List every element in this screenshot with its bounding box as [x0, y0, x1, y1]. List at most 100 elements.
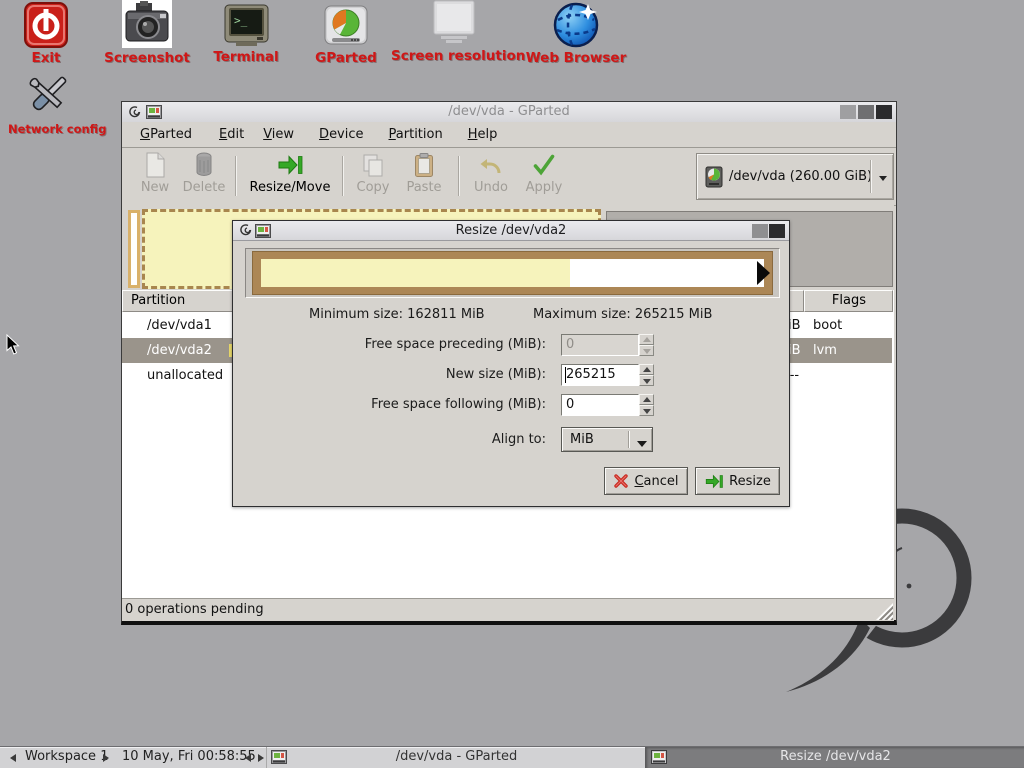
desktop-icon-screen-resolution[interactable]: Screen resolution: [391, 0, 517, 64]
align-to-label: Align to:: [246, 427, 546, 452]
gparted-titlebar[interactable]: /dev/vda - GParted: [122, 102, 896, 123]
desktop-icon-label: Terminal: [206, 49, 286, 65]
dialog-titlebar[interactable]: Resize /dev/vda2: [233, 221, 789, 241]
spin-up-icon: [643, 397, 651, 402]
camera-icon: [122, 0, 172, 48]
resize-dialog: Resize /dev/vda2 Minimum size: 162811 Mi…: [232, 220, 790, 507]
window-next-icon[interactable]: [258, 754, 264, 762]
resize-slider-frame: [252, 251, 773, 295]
desktop-icon-terminal[interactable]: >_ Terminal: [206, 4, 286, 65]
task-title: Resize /dev/vda2: [646, 749, 1024, 764]
dialog-title: Resize /dev/vda2: [233, 223, 789, 238]
minimize-button[interactable]: [840, 105, 856, 119]
dropdown-separator: [628, 431, 629, 448]
desktop-icon-screenshot[interactable]: Screenshot: [104, 0, 190, 66]
resize-used-bar: [261, 259, 570, 287]
partition-name: /dev/vda1: [147, 313, 212, 338]
new-size-label: New size (MiB):: [246, 364, 546, 386]
device-selector-arrow-icon: [879, 176, 887, 181]
menu-help[interactable]: Help: [460, 124, 506, 145]
align-to-dropdown[interactable]: MiB: [561, 427, 653, 452]
desktop-icon-label: GParted: [306, 50, 386, 66]
spin-up-icon: [643, 337, 651, 342]
cancel-label: Cancel: [634, 474, 678, 489]
apply-icon: [532, 153, 556, 177]
device-selector-value: /dev/vda (260.00 GiB): [729, 169, 872, 184]
statusbar-text: 0 operations pending: [125, 602, 264, 617]
resize-slider-inner: [261, 259, 764, 287]
workspace-label[interactable]: Workspace 1: [25, 749, 108, 764]
toolbar: New Delete Resize/Move: [122, 148, 896, 206]
spin-up-icon: [643, 367, 651, 372]
spin-down-icon: [643, 379, 651, 384]
copy-button[interactable]: Copy: [350, 151, 396, 201]
menu-partition[interactable]: Partition: [381, 124, 451, 145]
dialog-close-button[interactable]: [769, 224, 785, 238]
free-following-input[interactable]: 0: [561, 394, 639, 416]
desktop-icon-label: Screen resolution: [391, 48, 517, 64]
apply-button[interactable]: Apply: [519, 151, 569, 201]
desktop-icon-label: Web Browser: [522, 50, 630, 66]
power-icon: [23, 2, 69, 48]
free-following-spinner[interactable]: [639, 394, 654, 416]
cancel-x-icon: [613, 473, 629, 489]
dropdown-arrow-icon: [637, 441, 647, 447]
free-preceding-spinner: [639, 334, 654, 356]
close-button[interactable]: [876, 105, 892, 119]
task-resize-dialog[interactable]: Resize /dev/vda2: [645, 747, 1024, 768]
resize-right-handle[interactable]: [757, 261, 770, 285]
new-size-input[interactable]: 265215: [561, 364, 639, 386]
new-icon: [143, 152, 167, 178]
delete-button[interactable]: Delete: [180, 151, 228, 201]
resize-slider[interactable]: [245, 248, 780, 298]
device-selector[interactable]: /dev/vda (260.00 GiB): [696, 153, 894, 200]
workspace-prev-icon[interactable]: [10, 754, 16, 762]
partition-segment-vda1[interactable]: [128, 210, 140, 288]
mouse-cursor: [6, 334, 22, 356]
delete-icon: [194, 152, 214, 178]
toolbar-separator: [458, 156, 459, 196]
free-preceding-label: Free space preceding (MiB):: [246, 334, 546, 356]
window-title: /dev/vda - GParted: [122, 104, 896, 119]
device-disk-icon: [705, 166, 723, 188]
desktop: Exit Screenshot >_ Terminal: [0, 0, 1024, 768]
toolbar-separator: [342, 156, 343, 196]
desktop-icon-label: Network config: [8, 122, 88, 136]
crt-terminal-icon: >_: [224, 4, 269, 47]
resize-grip[interactable]: [876, 603, 893, 620]
column-header-flags[interactable]: Flags: [804, 290, 893, 312]
resize-confirm-button[interactable]: Resize: [695, 467, 780, 495]
toolbar-separator: [235, 156, 236, 196]
disk-pie-icon: [324, 5, 368, 48]
resize-label: Resize: [729, 474, 771, 489]
menu-gparted[interactable]: GParted: [132, 124, 200, 145]
align-to-value: MiB: [570, 432, 594, 447]
new-button[interactable]: New: [134, 151, 176, 201]
flags-value: boot: [813, 313, 842, 338]
cancel-button[interactable]: Cancel: [604, 467, 688, 495]
desktop-icon-exit[interactable]: Exit: [11, 2, 81, 66]
desktop-icon-label: Screenshot: [104, 50, 190, 66]
spin-down-icon: [643, 409, 651, 414]
menu-view[interactable]: View: [255, 124, 302, 145]
free-following-label: Free space following (MiB):: [246, 394, 546, 416]
copy-icon: [361, 153, 385, 177]
window-prev-icon[interactable]: [245, 754, 251, 762]
resize-move-button[interactable]: Resize/Move: [244, 151, 336, 201]
paste-button[interactable]: Paste: [400, 151, 448, 201]
maximize-button[interactable]: [858, 105, 874, 119]
desktop-icon-label: Exit: [11, 50, 81, 66]
desktop-icon-network-config[interactable]: Network config: [8, 70, 88, 136]
task-gparted-main[interactable]: /dev/vda - GParted: [266, 747, 646, 768]
undo-button[interactable]: Undo: [468, 151, 514, 201]
statusbar: 0 operations pending: [122, 598, 894, 621]
tools-icon: [22, 70, 74, 120]
workspace-next-icon[interactable]: [103, 754, 109, 762]
desktop-icon-gparted[interactable]: GParted: [306, 5, 386, 66]
dialog-maximize-button[interactable]: [752, 224, 768, 238]
menu-edit[interactable]: Edit: [211, 124, 252, 145]
new-size-spinner[interactable]: [639, 364, 654, 386]
menu-device[interactable]: Device: [311, 124, 371, 145]
taskbar: Workspace 1 10 May, Fri 00:58:55 /dev/vd…: [0, 746, 1024, 768]
desktop-icon-web-browser[interactable]: Web Browser: [522, 0, 630, 66]
